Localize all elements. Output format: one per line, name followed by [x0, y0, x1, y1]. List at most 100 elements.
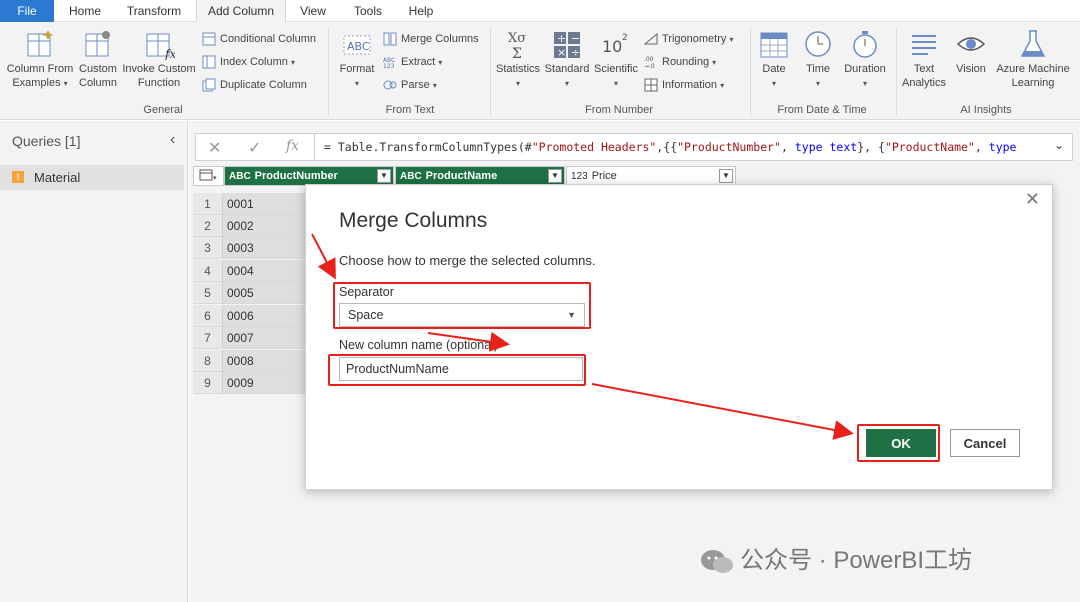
table-cell[interactable]: 0008 — [223, 350, 307, 372]
vision-button[interactable]: Vision — [950, 28, 992, 76]
index-column-button[interactable]: Index Column ▾ — [202, 53, 295, 71]
table-cell[interactable]: 0001 — [223, 193, 307, 215]
formula-segment: ,{{ — [656, 140, 678, 154]
cancel-button[interactable]: Cancel — [950, 429, 1020, 457]
queries-pane: Queries [1] ‹ ! Material — [0, 121, 188, 602]
text-analytics-button[interactable]: Text Analytics — [900, 28, 948, 90]
extract-button[interactable]: ABC 123 Extract ▾ — [383, 53, 442, 71]
svg-text:.00: .00 — [644, 56, 654, 63]
svg-text:123: 123 — [383, 63, 395, 69]
trigonometry-button[interactable]: Trigonometry ▾ — [644, 30, 733, 48]
rounding-button[interactable]: .00 →.0 Rounding ▾ — [644, 53, 716, 71]
formula-segment: , — [780, 140, 795, 154]
custom-column-button[interactable]: Custom Column — [76, 28, 120, 90]
extract-icon: ABC123 — [383, 57, 395, 69]
custom-column-label-2: Column — [79, 77, 117, 89]
scientific-label: Scientific — [593, 63, 639, 75]
merge-columns-button[interactable]: Merge Columns — [383, 30, 479, 48]
scientific-icon: 10 2 — [602, 33, 628, 56]
tab-add-column[interactable]: Add Column — [196, 0, 286, 22]
duration-label: Duration — [844, 63, 886, 75]
column-header-price[interactable]: 123 Price ▼ — [566, 166, 736, 186]
information-icon — [644, 78, 658, 92]
conditional-column-button[interactable]: Conditional Column — [202, 30, 316, 48]
collapse-pane-icon[interactable]: ‹ — [170, 131, 175, 149]
table-cell[interactable]: 0003 — [223, 237, 307, 259]
tab-file[interactable]: File — [0, 0, 54, 22]
standard-button[interactable]: + − × ÷ Standard ▾ — [542, 28, 592, 91]
formula-string: "ProductName" — [884, 140, 975, 154]
row-number: 2 — [193, 215, 223, 237]
column-from-examples-button[interactable]: Column From Examples ▾ — [2, 28, 78, 91]
group-separator — [896, 28, 897, 116]
column-filter-icon[interactable]: ▼ — [377, 169, 391, 183]
time-label: Time — [805, 63, 831, 75]
svg-text:ABC: ABC — [347, 40, 370, 53]
dialog-title: Merge Columns — [339, 209, 488, 232]
table-cell[interactable]: 0004 — [223, 260, 307, 282]
column-filter-icon[interactable]: ▼ — [548, 169, 562, 183]
statistics-button[interactable]: Xσ Σ Statistics ▾ — [496, 28, 540, 91]
svg-text:2: 2 — [622, 33, 628, 43]
date-button[interactable]: Date ▾ — [754, 28, 794, 91]
group-label-from-date-time: From Date & Time — [777, 104, 867, 116]
table-cell[interactable]: 0002 — [223, 215, 307, 237]
tab-home[interactable]: Home — [58, 0, 112, 22]
duplicate-column-icon — [202, 78, 216, 92]
merge-columns-dialog: Merge Columns ✕ Choose how to merge the … — [305, 184, 1053, 490]
cancel-formula-icon[interactable]: ✕ — [208, 138, 221, 158]
group-label-from-number: From Number — [585, 104, 653, 116]
annotation-box-separator — [333, 282, 591, 329]
column-header-label: ProductNumber — [254, 170, 338, 182]
dialog-description: Choose how to merge the selected columns… — [339, 253, 596, 268]
duration-button[interactable]: Duration ▾ — [840, 28, 890, 91]
conditional-column-icon — [202, 32, 216, 46]
table-function-icon: fx — [146, 33, 175, 60]
svg-text:Xσ: Xσ — [508, 31, 526, 46]
merge-columns-icon — [383, 32, 397, 46]
azure-ml-button[interactable]: Azure Machine Learning — [992, 28, 1074, 90]
table-cell[interactable]: 0009 — [223, 372, 307, 394]
svg-text:÷: ÷ — [571, 46, 580, 59]
time-button[interactable]: Time ▾ — [798, 28, 838, 91]
tab-tools[interactable]: Tools — [342, 0, 394, 22]
tab-transform[interactable]: Transform — [116, 0, 192, 22]
invoke-custom-function-button[interactable]: fx Invoke Custom Function — [120, 28, 198, 90]
column-filter-icon[interactable]: ▼ — [719, 169, 733, 183]
table-menu-icon[interactable]: ▾ — [193, 166, 224, 186]
column-header-productname[interactable]: ABC ProductName ▼ — [395, 166, 565, 186]
text-analytics-label-2: Analytics — [901, 77, 947, 89]
format-button[interactable]: ABC Format ▾ — [334, 28, 380, 91]
duplicate-column-label: Duplicate Column — [220, 79, 307, 91]
table-cell[interactable]: 0007 — [223, 327, 307, 349]
group-label-ai-insights: AI Insights — [960, 104, 1012, 116]
calculator-icon: + −× ÷ — [554, 32, 580, 59]
abc-format-icon: ABC — [343, 35, 371, 55]
ribbon: Column From Examples ▾ Custom Column fx … — [0, 22, 1080, 120]
tab-view[interactable]: View — [290, 0, 336, 22]
invoke-custom-function-label-1: Invoke Custom — [122, 63, 196, 75]
parse-label: Parse — [401, 79, 430, 91]
information-button[interactable]: Information ▾ — [644, 76, 724, 94]
row-number: 7 — [193, 327, 223, 349]
watermark-text: 公众号 · PowerBI工坊 — [740, 547, 973, 574]
rounding-icon: .00→.0 — [644, 56, 655, 69]
table-cell[interactable]: 0005 — [223, 282, 307, 304]
table-cell[interactable]: 0006 — [223, 305, 307, 327]
query-item-material[interactable]: ! Material — [0, 165, 184, 190]
wechat-icon — [701, 549, 733, 573]
confirm-formula-icon[interactable]: ✓ — [248, 138, 261, 158]
close-icon[interactable]: ✕ — [1025, 189, 1040, 210]
fx-icon[interactable]: fx — [286, 138, 299, 154]
column-header-productnumber[interactable]: ABC ProductNumber ▼ — [224, 166, 394, 186]
duplicate-column-button[interactable]: Duplicate Column — [202, 76, 307, 94]
parse-button[interactable]: Parse ▾ — [383, 76, 437, 94]
vision-label: Vision — [956, 63, 986, 75]
tab-help[interactable]: Help — [398, 0, 444, 22]
formula-text[interactable]: = Table.TransformColumnTypes(#"Promoted … — [324, 140, 1046, 154]
conditional-column-label: Conditional Column — [220, 33, 316, 45]
expand-formula-icon[interactable]: ⌄ — [1054, 138, 1064, 152]
formula-segment: = Table.TransformColumnTypes(# — [324, 140, 532, 154]
group-separator — [328, 28, 329, 116]
scientific-button[interactable]: 10 2 Scientific ▾ — [592, 28, 640, 91]
